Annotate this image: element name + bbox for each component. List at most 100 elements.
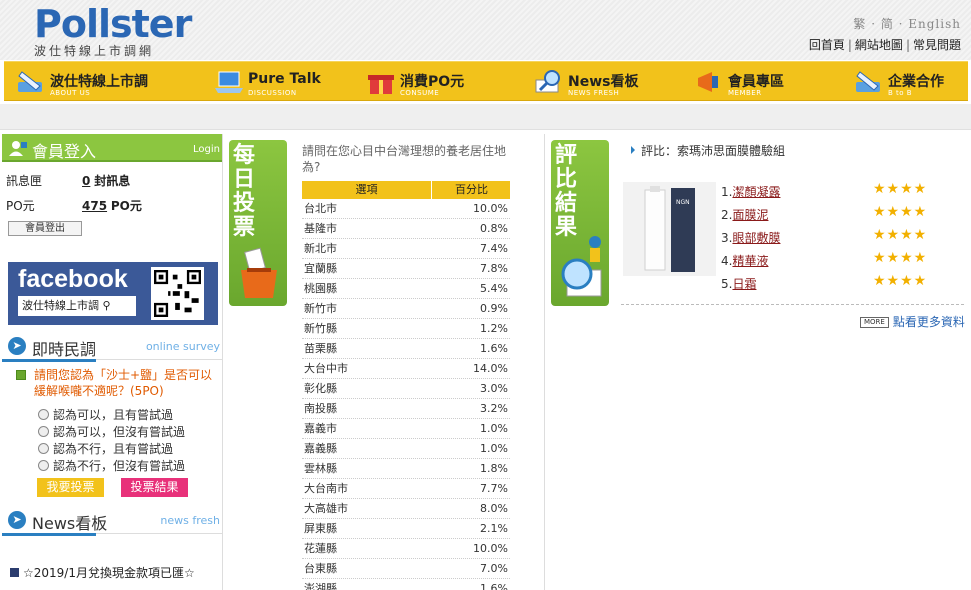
news-subtitle: news fresh — [160, 514, 220, 527]
pen-icon — [18, 71, 42, 92]
poll-percent: 1.0% — [480, 442, 508, 455]
radio-button — [38, 460, 49, 471]
message-unit: 封訊息 — [94, 174, 131, 188]
sidebar: 會員登入 Login 訊息匣 0 封訊息 PO元 475 PO元 會員登出 fa… — [2, 134, 223, 590]
review-item[interactable]: 5.日霜 — [721, 275, 756, 292]
star-rating-icon: ★★★★ — [873, 227, 928, 243]
survey-option[interactable]: 認為可以，且有嘗試過 — [38, 406, 173, 423]
poll-table: 選項 百分比 台北市 10.0% 基隆市 0.8% 新北市 7.4% 宜蘭縣 7.8% 桃園縣 5… — [302, 181, 510, 590]
poll-row: 嘉義市 1.0% — [302, 419, 510, 439]
facebook-logo: facebook — [18, 265, 128, 293]
pollster-logo[interactable]: Pollster 波仕特線上市調網 — [34, 2, 192, 59]
survey-option[interactable]: 認為可以，但沒有嘗試過 — [38, 423, 185, 440]
poll-percent: 1.0% — [480, 422, 508, 435]
poll-percent: 2.1% — [480, 522, 508, 535]
home-link[interactable]: 回首頁 — [809, 38, 845, 52]
star-rating-icon: ★★★★ — [873, 204, 928, 220]
poll-option: 嘉義市 — [304, 422, 337, 435]
logo-text: Pollster — [34, 2, 192, 46]
review-item[interactable]: 3.眼部敷膜 — [721, 229, 780, 246]
po-label: PO元 — [6, 199, 35, 213]
pen-icon — [856, 71, 880, 92]
survey-option[interactable]: 認為不行，且有嘗試過 — [38, 440, 173, 457]
poll-option: 新竹市 — [304, 302, 337, 315]
news-title: News看板 — [32, 514, 108, 533]
megaphone-icon — [698, 72, 718, 92]
sitemap-link[interactable]: 網站地圖 — [855, 38, 903, 52]
poll-option: 台北市 — [304, 202, 337, 215]
poll-percent: 1.2% — [480, 322, 508, 335]
review-item[interactable]: 1.潔顏凝露 — [721, 183, 780, 200]
bullet-icon — [10, 568, 19, 577]
top-links: 回首頁 | 網站地圖 | 常見問題 — [808, 38, 961, 52]
poll-percent: 8.0% — [480, 502, 508, 515]
qr-code-icon — [151, 267, 204, 320]
review-item[interactable]: 2.面膜泥 — [721, 206, 768, 223]
poll-row: 屏東縣 2.1% — [302, 519, 510, 539]
main-nav: 波仕特線上市調 ABOUT US Pure Talk DISCUSSION 消費… — [4, 61, 968, 101]
poll-percent: 3.0% — [480, 382, 508, 395]
poll-row: 彰化縣 3.0% — [302, 379, 510, 399]
poll-option: 宜蘭縣 — [304, 262, 337, 275]
news-link[interactable]: ☆2019/1月兌換現金款項已匯☆ — [10, 564, 195, 581]
radio-button — [38, 409, 49, 420]
vote-result-button[interactable]: 投票結果 — [121, 478, 188, 497]
header: Pollster 波仕特線上市調網 繁 · 简 · English 回首頁 | 網站… — [0, 0, 971, 60]
poll-percent: 7.7% — [480, 482, 508, 495]
poll-row: 新竹市 0.9% — [302, 299, 510, 319]
magnifier-icon — [535, 70, 560, 93]
more-badge: MORE — [860, 317, 889, 328]
poll-percent: 0.8% — [480, 222, 508, 235]
review-item[interactable]: 4.精華液 — [721, 252, 768, 269]
vote-button[interactable]: 我要投票 — [37, 478, 104, 497]
sub-band — [0, 104, 971, 130]
poll-option: 南投縣 — [304, 402, 337, 415]
poll-option: 雲林縣 — [304, 462, 337, 475]
po-row: PO元 475 PO元 — [6, 197, 142, 214]
message-row: 訊息匣 0 封訊息 — [6, 172, 130, 189]
faq-link[interactable]: 常見問題 — [913, 38, 961, 52]
triangle-icon — [631, 146, 635, 154]
message-count[interactable]: 0 — [82, 174, 90, 188]
user-icon — [9, 141, 27, 156]
poll-table-header: 選項 百分比 — [302, 181, 510, 199]
message-label: 訊息匣 — [6, 174, 43, 188]
poll-row: 澎湖縣 1.6% — [302, 579, 510, 590]
poll-percent: 7.8% — [480, 262, 508, 275]
poll-row: 新竹縣 1.2% — [302, 319, 510, 339]
po-count[interactable]: 475 — [82, 199, 107, 213]
language-switch[interactable]: 繁 · 简 · English — [853, 15, 961, 32]
poll-option: 桃園縣 — [304, 282, 337, 295]
news-header: ➤ News看板 news fresh — [2, 506, 223, 536]
ballot-box-icon — [241, 247, 277, 298]
poll-row: 南投縣 3.2% — [302, 399, 510, 419]
star-rating-icon: ★★★★ — [873, 273, 928, 289]
poll-percent: 3.2% — [480, 402, 508, 415]
poll-option: 彰化縣 — [304, 382, 337, 395]
survey-option[interactable]: 認為不行，但沒有嘗試過 — [38, 457, 185, 474]
poll-option: 新竹縣 — [304, 322, 337, 335]
more-link[interactable]: MORE 點看更多資料 — [860, 313, 965, 330]
radio-button — [38, 443, 49, 454]
poll-option: 嘉義縣 — [304, 442, 337, 455]
poll-row: 台東縣 7.0% — [302, 559, 510, 579]
poll-row: 苗栗縣 1.6% — [302, 339, 510, 359]
poll-percent: 7.4% — [480, 242, 508, 255]
poll-row: 桃園縣 5.4% — [302, 279, 510, 299]
poll-row: 大高雄市 8.0% — [302, 499, 510, 519]
magnifier-chart-icon — [561, 236, 602, 297]
poll-percent: 1.6% — [480, 342, 508, 355]
facebook-banner[interactable]: facebook 波仕特線上市調 ⚲ — [8, 262, 218, 325]
poll-option: 台東縣 — [304, 562, 337, 575]
poll-percent: 0.9% — [480, 302, 508, 315]
survey-header: ➤ 即時民調 online survey — [2, 332, 223, 362]
search-icon: ⚲ — [102, 299, 111, 312]
poll-option: 大高雄市 — [304, 502, 348, 515]
radio-button — [38, 426, 49, 437]
logout-button[interactable]: 會員登出 — [8, 221, 82, 236]
poll-option: 大台南市 — [304, 482, 348, 495]
review-title: 評比：索瑪沛思面膜體驗組 — [631, 142, 785, 159]
poll-row: 大台南市 7.7% — [302, 479, 510, 499]
poll-row: 新北市 7.4% — [302, 239, 510, 259]
login-button[interactable]: Login — [193, 144, 220, 155]
